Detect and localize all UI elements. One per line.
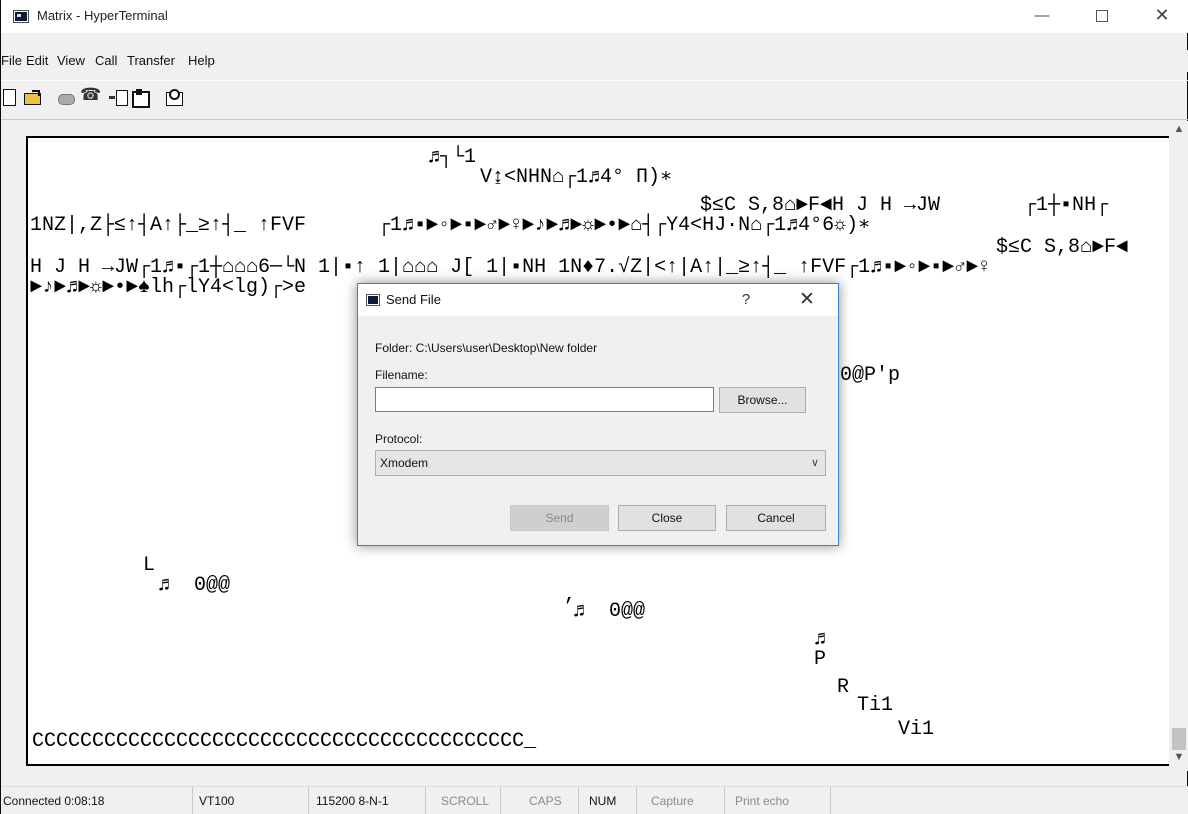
app-icon[interactable]	[13, 10, 29, 23]
connect-icon[interactable]	[57, 88, 75, 106]
menu-call[interactable]: Call	[95, 53, 117, 68]
status-capture: Capture	[649, 787, 725, 814]
filename-label: Filename:	[375, 368, 428, 382]
terminal-line: R	[837, 676, 850, 699]
terminal-line: V↨<NHN⌂┌1♬4° Π)∗	[480, 166, 673, 189]
disconnect-icon[interactable]	[79, 85, 101, 106]
send-file-dialog: Send File ? ✕ Folder: C:\Users\user\Desk…	[357, 283, 839, 546]
receive-icon[interactable]	[131, 88, 150, 108]
protocol-label: Protocol:	[375, 432, 423, 446]
menu-edit[interactable]: Edit	[26, 53, 48, 68]
status-port-settings: 115200 8-N-1	[314, 787, 426, 814]
scroll-up-arrow-icon[interactable]: ▲	[1169, 123, 1188, 141]
chevron-down-icon: ∨	[810, 457, 819, 469]
status-print-echo: Print echo	[733, 787, 831, 814]
help-button[interactable]: ?	[736, 291, 756, 308]
menu-view[interactable]: View	[57, 53, 85, 68]
terminal-line: L	[143, 554, 156, 577]
status-caps: CAPS	[527, 787, 579, 814]
menu-help[interactable]: Help	[188, 53, 215, 68]
terminal-line: P	[814, 648, 827, 671]
browse-button[interactable]: Browse...	[719, 387, 806, 413]
toolbar	[1, 80, 1188, 120]
terminal-line: 1NZ|,Z├≤↑┤A↑├_≥↑┤_ ↑FVF ┌1♬▪►◦►▪►♂►♀►♪►♬…	[30, 214, 871, 237]
protocol-selected-value: Xmodem	[380, 456, 429, 470]
dialog-close-button[interactable]: ✕	[794, 288, 820, 311]
status-scroll: SCROLL	[439, 787, 501, 814]
terminal-line: Vi1	[898, 718, 935, 741]
scroll-down-arrow-icon[interactable]: ▼	[1169, 751, 1188, 769]
dialog-app-icon	[366, 294, 380, 306]
terminal-line: $≤C S,8⌂►F◄	[996, 236, 1129, 259]
terminal-line: $≤C S,8⌂►F◄H J H →JW ┌1┼▪NH┌	[700, 194, 1109, 217]
new-icon[interactable]	[1, 88, 19, 106]
dialog-title: Send File	[386, 292, 441, 307]
vertical-scrollbar[interactable]: ▲ ▼	[1169, 121, 1188, 771]
terminal-line: ►♪►♬►☼►•►♠lh┌lY4<lg)┌>e	[30, 276, 307, 299]
send-button[interactable]: Send	[510, 505, 609, 531]
status-emulation: VT100	[197, 787, 309, 814]
dialog-title-bar[interactable]: Send File ? ✕	[358, 284, 838, 316]
menu-file[interactable]: File	[1, 53, 22, 68]
properties-icon[interactable]	[165, 88, 183, 106]
status-num: NUM	[587, 787, 637, 814]
open-icon[interactable]	[23, 88, 41, 106]
terminal-line: ♬ 0@@	[158, 574, 231, 597]
cancel-button[interactable]: Cancel	[726, 505, 826, 531]
terminal-line: CCCCCCCCCCCCCCCCCCCCCCCCCCCCCCCCCCCCCCCC…	[32, 730, 537, 753]
filename-input[interactable]	[375, 387, 714, 412]
protocol-select[interactable]: Xmodem ∨	[375, 450, 826, 476]
maximize-icon	[1096, 10, 1108, 22]
title-bar[interactable]: Matrix - HyperTerminal — ✕	[1, 0, 1188, 33]
maximize-button[interactable]	[1079, 0, 1125, 33]
terminal-line: ♬┐└1	[428, 146, 477, 169]
window-title: Matrix - HyperTerminal	[37, 8, 168, 23]
minimize-button[interactable]: —	[1019, 0, 1065, 33]
close-dialog-button[interactable]: Close	[618, 505, 716, 531]
terminal-line: ♬ 0@@	[573, 600, 646, 623]
menu-transfer[interactable]: Transfer	[127, 53, 175, 68]
close-button[interactable]: ✕	[1139, 0, 1185, 33]
terminal-line: 0@P'p	[840, 364, 901, 387]
terminal-line: ♬	[814, 628, 827, 651]
menu-bar: File Edit View Call Transfer Help	[1, 50, 1188, 72]
send-icon[interactable]	[109, 88, 128, 106]
status-connected: Connected 0:08:18	[1, 787, 193, 814]
scroll-thumb[interactable]	[1172, 728, 1186, 750]
terminal-line: H J H →JW┌1♬▪┌1┼⌂⌂⌂6─└N 1|▪↑ 1|⌂⌂⌂ J[ 1|…	[30, 256, 991, 279]
status-bar: Connected 0:08:18 VT100 115200 8-N-1 SCR…	[1, 786, 1188, 814]
terminal-line: Ti1	[857, 694, 894, 717]
folder-path-label: Folder: C:\Users\user\Desktop\New folder	[375, 341, 598, 355]
